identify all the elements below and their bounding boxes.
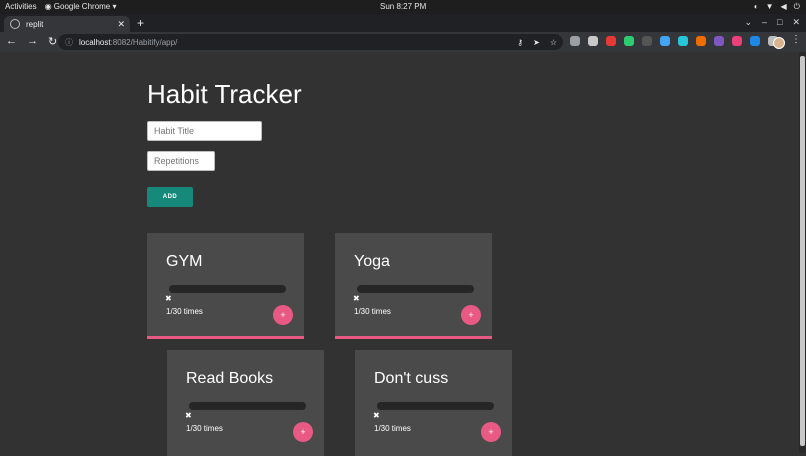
habit-title-input[interactable] xyxy=(147,121,262,141)
key-icon[interactable]: ⚷ xyxy=(517,38,523,47)
power-icon[interactable]: ⏻ xyxy=(794,2,800,12)
habit-count: 1/30 times xyxy=(186,424,223,433)
page-content: Habit Tracker ADD GYM ✖ 1/30 times + Yog… xyxy=(0,52,799,456)
tab-title: replit xyxy=(26,19,44,29)
scrollbar-thumb[interactable] xyxy=(800,56,805,446)
url-host: localhost xyxy=(79,37,111,47)
url-path: :8082/Habitify/app/ xyxy=(110,37,178,47)
chrome-app-label: Google Chrome xyxy=(53,2,111,11)
back-icon[interactable]: ← xyxy=(6,35,17,48)
habit-card: GYM ✖ 1/30 times + xyxy=(147,233,304,339)
page-title: Habit Tracker xyxy=(147,79,302,109)
close-tab-icon[interactable]: ✕ xyxy=(117,19,125,30)
progress-track xyxy=(357,285,474,293)
minimize-icon[interactable]: – xyxy=(762,17,767,28)
habit-count: 1/30 times xyxy=(374,424,411,433)
accessibility-icon[interactable]: ◐ xyxy=(754,2,759,12)
forward-icon[interactable]: → xyxy=(27,35,38,48)
habit-name: Yoga xyxy=(354,253,390,270)
globe-icon xyxy=(10,19,20,29)
increment-button[interactable]: + xyxy=(461,305,481,325)
repetitions-input[interactable] xyxy=(147,151,215,171)
habit-card: Read Books ✖ 1/30 times + xyxy=(167,350,324,456)
network-icon[interactable]: ▼ xyxy=(766,2,774,12)
os-top-bar: Activities ◉ Google Chrome ▾ Sun 8:27 PM… xyxy=(0,0,806,14)
progress-track xyxy=(377,402,494,410)
address-bar[interactable]: ⓘ localhost:8082/Habitify/app/ ⚷ ➤ ☆ xyxy=(58,34,563,50)
progress-track xyxy=(169,285,286,293)
reload-icon[interactable]: ↻ xyxy=(48,35,57,48)
page-scrollbar[interactable] xyxy=(799,52,806,453)
new-tab-icon[interactable]: + xyxy=(137,16,144,30)
tab-replit[interactable]: replit ✕ xyxy=(4,16,130,32)
maximize-icon[interactable]: □ xyxy=(777,17,782,28)
volume-icon[interactable]: ◀ xyxy=(781,2,787,12)
increment-button[interactable]: + xyxy=(273,305,293,325)
habit-name: Don't cuss xyxy=(374,370,449,387)
profile-avatar[interactable] xyxy=(773,37,785,49)
remove-icon[interactable]: ✖ xyxy=(165,294,172,303)
clock[interactable]: Sun 8:27 PM xyxy=(380,2,426,11)
habit-card: Yoga ✖ 1/30 times + xyxy=(335,233,492,339)
remove-icon[interactable]: ✖ xyxy=(185,411,192,420)
tab-search-icon[interactable]: ⌄ xyxy=(744,17,752,28)
chevron-down-icon: ▾ xyxy=(112,2,117,11)
extension-icon[interactable] xyxy=(750,36,760,46)
browser-toolbar: ← → ↻ ⓘ localhost:8082/Habitify/app/ ⚷ ➤… xyxy=(0,32,806,52)
progress-track xyxy=(189,402,306,410)
extensions-area xyxy=(570,36,778,46)
remove-icon[interactable]: ✖ xyxy=(373,411,380,420)
activities-button[interactable]: Activities xyxy=(5,2,37,11)
close-window-icon[interactable]: ✕ xyxy=(792,17,800,28)
habit-name: GYM xyxy=(166,253,203,270)
habit-name: Read Books xyxy=(186,370,274,387)
send-icon[interactable]: ➤ xyxy=(533,38,540,47)
extension-icon[interactable] xyxy=(678,36,688,46)
increment-button[interactable]: + xyxy=(481,422,501,442)
remove-icon[interactable]: ✖ xyxy=(353,294,360,303)
extension-icon[interactable] xyxy=(624,36,634,46)
extension-icon[interactable] xyxy=(696,36,706,46)
chrome-icon: ◉ xyxy=(44,2,52,11)
habit-count: 1/30 times xyxy=(354,307,391,316)
extension-icon[interactable] xyxy=(660,36,670,46)
extension-icon[interactable] xyxy=(570,36,580,46)
menu-kebab-icon[interactable]: ⋮ xyxy=(791,34,801,45)
extension-icon[interactable] xyxy=(642,36,652,46)
extension-icon[interactable] xyxy=(606,36,616,46)
chrome-app-menu[interactable]: ◉ Google Chrome ▾ xyxy=(45,2,117,11)
bookmark-star-icon[interactable]: ☆ xyxy=(550,38,557,47)
extension-icon[interactable] xyxy=(588,36,598,46)
extension-icon[interactable] xyxy=(714,36,724,46)
habit-card: Don't cuss ✖ 1/30 times + xyxy=(355,350,512,456)
add-button[interactable]: ADD xyxy=(147,187,193,207)
extension-icon[interactable] xyxy=(732,36,742,46)
increment-button[interactable]: + xyxy=(293,422,313,442)
habit-count: 1/30 times xyxy=(166,307,203,316)
info-icon[interactable]: ⓘ xyxy=(65,37,73,48)
tab-bar: replit ✕ + ⌄ – □ ✕ xyxy=(0,14,806,32)
